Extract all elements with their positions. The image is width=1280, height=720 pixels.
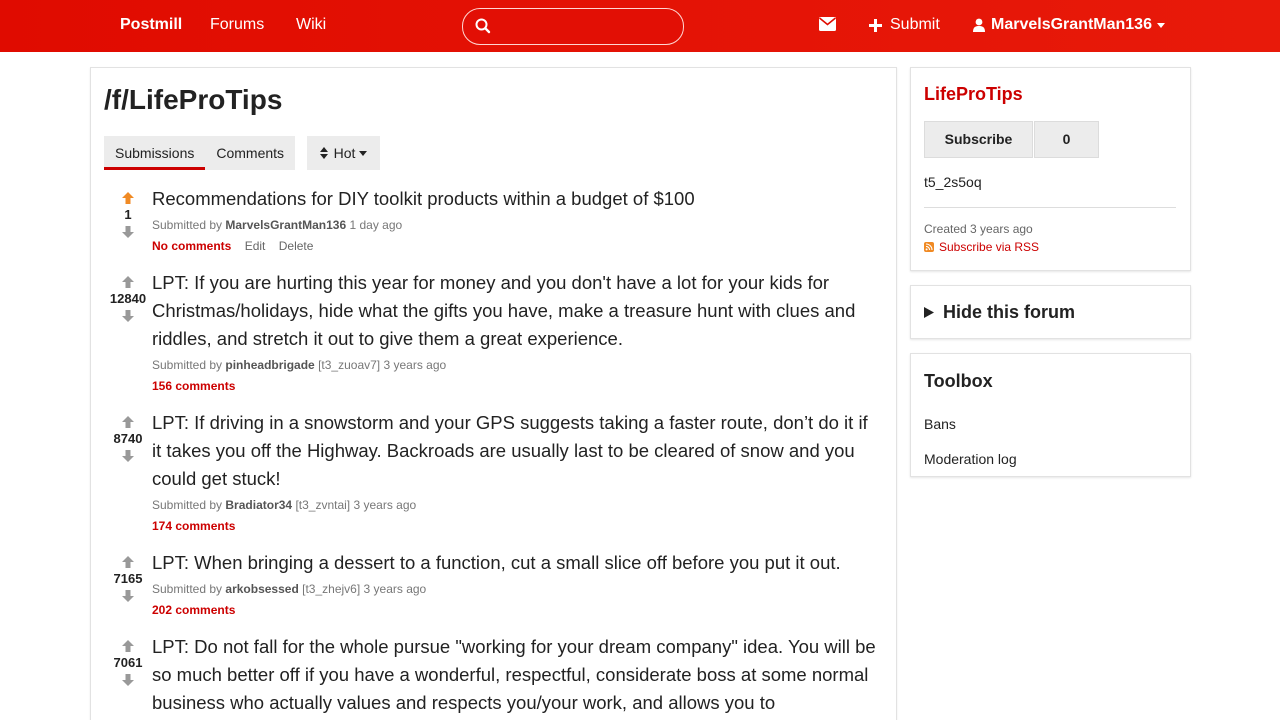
arrow-up-icon[interactable] — [122, 416, 134, 428]
search-input[interactable] — [497, 15, 677, 39]
user-icon — [973, 18, 985, 32]
post-time: 3 years ago — [363, 582, 427, 596]
submitted-by-label: Submitted by — [152, 498, 223, 512]
rss-link[interactable]: Subscribe via RSS — [924, 240, 1039, 254]
search-icon — [475, 18, 491, 34]
arrow-down-icon[interactable] — [122, 674, 134, 686]
edit-link[interactable]: Edit — [245, 239, 266, 253]
search-box[interactable] — [462, 8, 684, 45]
post-title-link[interactable]: LPT: When bringing a dessert to a functi… — [152, 549, 882, 577]
comments-link[interactable]: 174 comments — [152, 519, 235, 533]
arrow-down-icon[interactable] — [122, 310, 134, 322]
hide-forum-card[interactable]: Hide this forum — [910, 285, 1191, 339]
triangle-right-icon — [924, 307, 934, 318]
post-score: 12840 — [109, 291, 147, 306]
bans-link[interactable]: Bans — [924, 416, 956, 432]
post-score: 7061 — [113, 655, 143, 670]
post-meta: Submitted by pinheadbrigade [t3_zuoav7] … — [152, 357, 446, 373]
page-title: /f/LifeProTips — [104, 84, 283, 115]
tab-submissions[interactable]: Submissions — [104, 136, 206, 170]
post-score: 1 — [124, 207, 132, 222]
post-actions: 202 comments — [152, 602, 235, 618]
toolbox-card: Toolbox Bans Moderation log — [910, 353, 1191, 477]
post-title-link[interactable]: LPT: Do not fall for the whole pursue "w… — [152, 633, 882, 717]
hide-forum-toggle[interactable]: Hide this forum — [924, 302, 1075, 323]
arrow-up-icon[interactable] — [122, 640, 134, 652]
rss-icon — [924, 242, 934, 252]
comments-link[interactable]: 202 comments — [152, 603, 235, 617]
vote-widget: 7165 — [105, 556, 151, 602]
arrow-down-icon[interactable] — [122, 226, 134, 238]
hide-forum-label: Hide this forum — [943, 302, 1076, 322]
vote-widget: 8740 — [105, 416, 151, 462]
post-id-tag: [t3_zhejv6] — [302, 582, 361, 596]
comments-link[interactable]: No comments — [152, 239, 231, 253]
post-id-tag: [t3_zuoav7] — [318, 358, 381, 372]
post-title-link[interactable]: LPT: If you are hurting this year for mo… — [152, 269, 882, 353]
envelope-icon[interactable] — [819, 17, 836, 31]
toolbox-title: Toolbox — [924, 371, 993, 391]
submitted-by-label: Submitted by — [152, 358, 223, 372]
submit-label: Submit — [890, 16, 940, 33]
vote-widget: 12840 — [105, 276, 151, 322]
vote-widget: 1 — [105, 192, 151, 238]
vote-widget: 7061 — [105, 640, 151, 686]
post-title-link[interactable]: LPT: If driving in a snowstorm and your … — [152, 409, 882, 493]
caret-down-icon — [1156, 22, 1165, 28]
arrow-down-icon[interactable] — [122, 590, 134, 602]
top-navbar: Postmill Forums Wiki Submit MarvelsGrant… — [0, 0, 1280, 52]
forum-id: t5_2s5oq — [924, 174, 982, 190]
author-link[interactable]: MarvelsGrantMan136 — [225, 218, 346, 232]
submit-button[interactable]: Submit — [869, 16, 940, 34]
post-actions: 156 comments — [152, 378, 235, 394]
forum-name-link[interactable]: LifeProTips — [924, 84, 1023, 105]
submitted-by-label: Submitted by — [152, 582, 223, 596]
arrow-up-icon[interactable] — [122, 276, 134, 288]
tab-comments[interactable]: Comments — [205, 136, 295, 170]
arrow-down-icon[interactable] — [122, 450, 134, 462]
post-meta: Submitted by MarvelsGrantMan136 1 day ag… — [152, 217, 402, 233]
author-link[interactable]: pinheadbrigade — [225, 358, 314, 372]
sort-label: Hot — [333, 145, 356, 161]
created-date: Created 3 years ago — [924, 222, 1033, 236]
post-time: 3 years ago — [383, 358, 447, 372]
sort-dropdown[interactable]: Hot — [307, 136, 380, 170]
view-tabs: Submissions Comments — [104, 136, 296, 170]
post-score: 8740 — [113, 431, 143, 446]
arrow-up-icon[interactable] — [122, 556, 134, 568]
post-title-link[interactable]: Recommendations for DIY toolkit products… — [152, 185, 882, 213]
divider — [924, 207, 1176, 208]
post-id-tag: [t3_zvntai] — [295, 498, 351, 512]
post-score: 7165 — [113, 571, 143, 586]
brand-link[interactable]: Postmill — [120, 16, 182, 34]
comments-link[interactable]: 156 comments — [152, 379, 235, 393]
main-content: /f/LifeProTips Submissions Comments Hot … — [90, 67, 897, 720]
subscriber-count: 0 — [1034, 121, 1099, 158]
user-menu[interactable]: MarvelsGrantMan136 — [973, 16, 1165, 34]
subscribe-button[interactable]: Subscribe — [924, 121, 1033, 158]
moderation-log-link[interactable]: Moderation log — [924, 451, 1017, 467]
forum-info-card: LifeProTips Subscribe 0 t5_2s5oq Created… — [910, 67, 1191, 271]
author-link[interactable]: Bradiator34 — [225, 498, 292, 512]
rss-label: Subscribe via RSS — [939, 240, 1040, 254]
sort-icon — [319, 147, 328, 159]
delete-link[interactable]: Delete — [279, 239, 314, 253]
post-meta: Submitted by Bradiator34 [t3_zvntai] 3 y… — [152, 497, 416, 513]
post-time: 1 day ago — [349, 218, 403, 232]
arrow-up-icon[interactable] — [122, 192, 134, 204]
post-actions: 174 comments — [152, 518, 235, 534]
nav-forums-link[interactable]: Forums — [210, 16, 264, 34]
username-label: MarvelsGrantMan136 — [991, 16, 1152, 33]
post-actions: No comments Edit Delete — [152, 238, 313, 254]
submitted-by-label: Submitted by — [152, 218, 223, 232]
caret-down-icon — [359, 150, 368, 156]
author-link[interactable]: arkobsessed — [225, 582, 298, 596]
post-meta: Submitted by arkobsessed [t3_zhejv6] 3 y… — [152, 581, 426, 597]
nav-wiki-link[interactable]: Wiki — [296, 16, 326, 34]
post-time: 3 years ago — [353, 498, 417, 512]
plus-icon — [869, 18, 882, 32]
